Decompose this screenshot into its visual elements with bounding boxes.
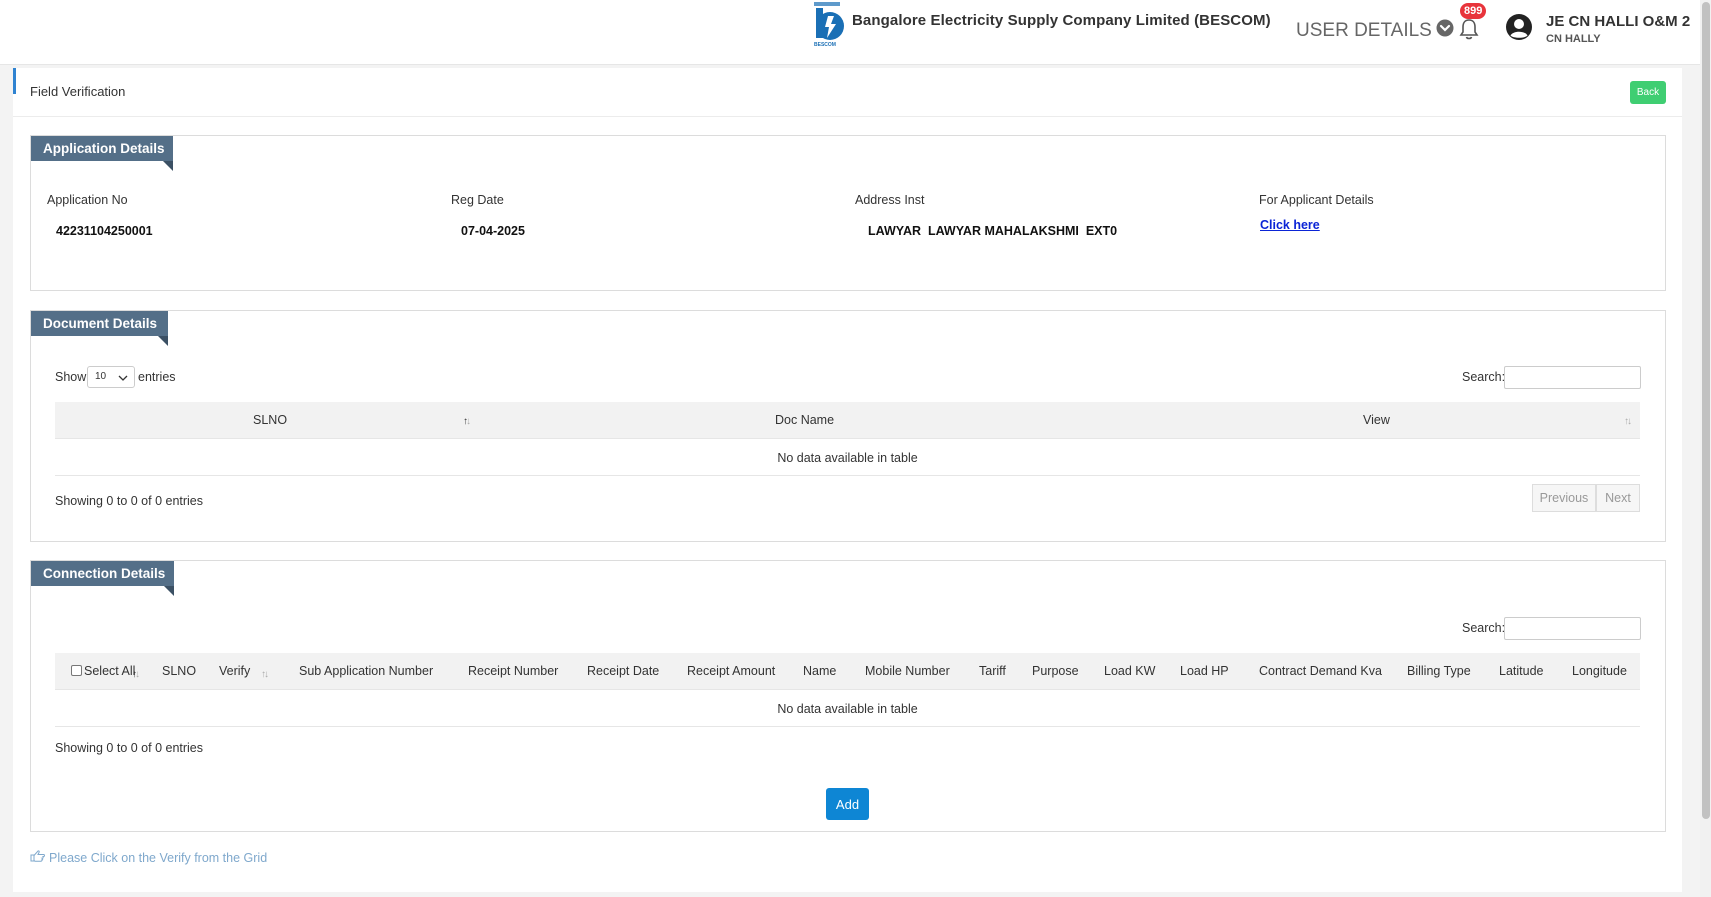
- col-longitude[interactable]: Longitude: [1572, 664, 1627, 678]
- col-sub-application-number[interactable]: Sub Application Number: [299, 664, 433, 678]
- application-no-value: 42231104250001: [56, 224, 153, 238]
- col-view[interactable]: View: [1363, 413, 1390, 427]
- application-details-section: Application Details: [30, 135, 1666, 291]
- conn-table-info: Showing 0 to 0 of 0 entries: [55, 741, 204, 755]
- page-length-select[interactable]: 10: [87, 366, 135, 388]
- user-avatar[interactable]: [1502, 12, 1536, 46]
- applicant-details-link[interactable]: Click here: [1260, 218, 1320, 232]
- user-details-label: USER DETAILS: [1296, 20, 1432, 41]
- hand-pointer-icon: [30, 850, 45, 865]
- col-slno[interactable]: SLNO: [162, 664, 196, 678]
- conn-search-input[interactable]: [1504, 617, 1641, 640]
- add-button[interactable]: Add: [826, 788, 869, 820]
- doc-table-info: Showing 0 to 0 of 0 entries: [55, 494, 204, 508]
- doc-table-empty-row: No data available in table: [55, 440, 1640, 476]
- page-title: Field Verification: [30, 84, 126, 99]
- col-mobile-number[interactable]: Mobile Number: [865, 664, 950, 678]
- document-details-header: Document Details: [31, 311, 168, 346]
- page-scrollbar-thumb[interactable]: [1702, 2, 1710, 819]
- doc-search-label: Search:: [1462, 370, 1506, 384]
- entries-label: entries: [138, 370, 176, 384]
- address-label: Address Inst: [855, 193, 925, 207]
- previous-page-button[interactable]: Previous: [1532, 484, 1596, 512]
- title-divider: [13, 116, 1682, 117]
- reg-date-label: Reg Date: [451, 193, 504, 207]
- bell-icon: [1454, 19, 1484, 48]
- user-office: CN HALLY: [1546, 33, 1601, 45]
- col-contract-demand-kva[interactable]: Contract Demand Kva: [1259, 664, 1382, 678]
- col-select-all: Select All: [84, 664, 136, 678]
- select-all-checkbox[interactable]: [71, 665, 82, 676]
- col-load-kw[interactable]: Load KW: [1104, 664, 1155, 678]
- sort-arrows-icon: ↑↓: [132, 669, 140, 680]
- col-purpose[interactable]: Purpose: [1032, 664, 1079, 678]
- back-button[interactable]: Back: [1630, 81, 1666, 104]
- col-verify[interactable]: Verify: [219, 664, 250, 678]
- conn-search-label: Search:: [1462, 621, 1506, 635]
- col-name[interactable]: Name: [803, 664, 836, 678]
- reg-date-value: 07-04-2025: [461, 224, 525, 238]
- conn-table-empty-row: No data available in table: [55, 691, 1640, 727]
- next-page-button[interactable]: Next: [1596, 484, 1640, 512]
- bescom-logo: BESCOM: [812, 2, 846, 48]
- sort-arrows-icon: ↑↓: [261, 669, 269, 680]
- chevron-down-circle-icon: [1436, 19, 1454, 43]
- sort-arrows-icon: ↑↓: [1624, 416, 1632, 427]
- col-slno[interactable]: SLNO: [253, 413, 287, 427]
- brand: BESCOM Bangalore Electricity Supply Comp…: [812, 2, 1271, 48]
- verify-hint: Please Click on the Verify from the Grid: [30, 850, 267, 865]
- doc-search-input[interactable]: [1504, 366, 1641, 389]
- logo-text: BESCOM: [814, 42, 836, 48]
- col-tariff[interactable]: Tariff: [979, 664, 1006, 678]
- company-name: Bangalore Electricity Supply Company Lim…: [852, 12, 1271, 29]
- connection-details-header: Connection Details: [31, 561, 174, 596]
- sort-arrows-icon: ↑↓: [463, 416, 471, 427]
- col-latitude[interactable]: Latitude: [1499, 664, 1543, 678]
- applicant-details-label: For Applicant Details: [1259, 193, 1374, 207]
- title-accent-bar: [13, 68, 16, 94]
- verify-hint-text: Please Click on the Verify from the Grid: [49, 850, 268, 865]
- top-header: BESCOM Bangalore Electricity Supply Comp…: [0, 0, 1700, 65]
- user-name: JE CN HALLI O&M 2: [1546, 13, 1691, 30]
- col-receipt-amount[interactable]: Receipt Amount: [687, 664, 775, 678]
- notification-count-badge: 899: [1460, 3, 1487, 19]
- user-circle-icon: [1505, 13, 1533, 46]
- col-receipt-number[interactable]: Receipt Number: [468, 664, 558, 678]
- col-receipt-date[interactable]: Receipt Date: [587, 664, 659, 678]
- col-load-hp[interactable]: Load HP: [1180, 664, 1229, 678]
- conn-table-header: Select All ↑↓ SLNO Verify ↑↓ Sub Applica…: [55, 653, 1640, 690]
- doc-table-header: SLNO ↑↓ Doc Name View ↑↓: [55, 402, 1640, 439]
- col-doc-name[interactable]: Doc Name: [775, 413, 834, 427]
- address-value: LAWYAR LAWYAR MAHALAKSHMI EXT0: [868, 224, 1118, 238]
- user-details-menu[interactable]: USER DETAILS: [1296, 19, 1454, 43]
- application-details-header: Application Details: [31, 136, 173, 171]
- show-label: Show: [55, 370, 87, 384]
- page-length-value: 10: [95, 371, 107, 382]
- col-billing-type[interactable]: Billing Type: [1407, 664, 1471, 678]
- application-no-label: Application No: [47, 193, 128, 207]
